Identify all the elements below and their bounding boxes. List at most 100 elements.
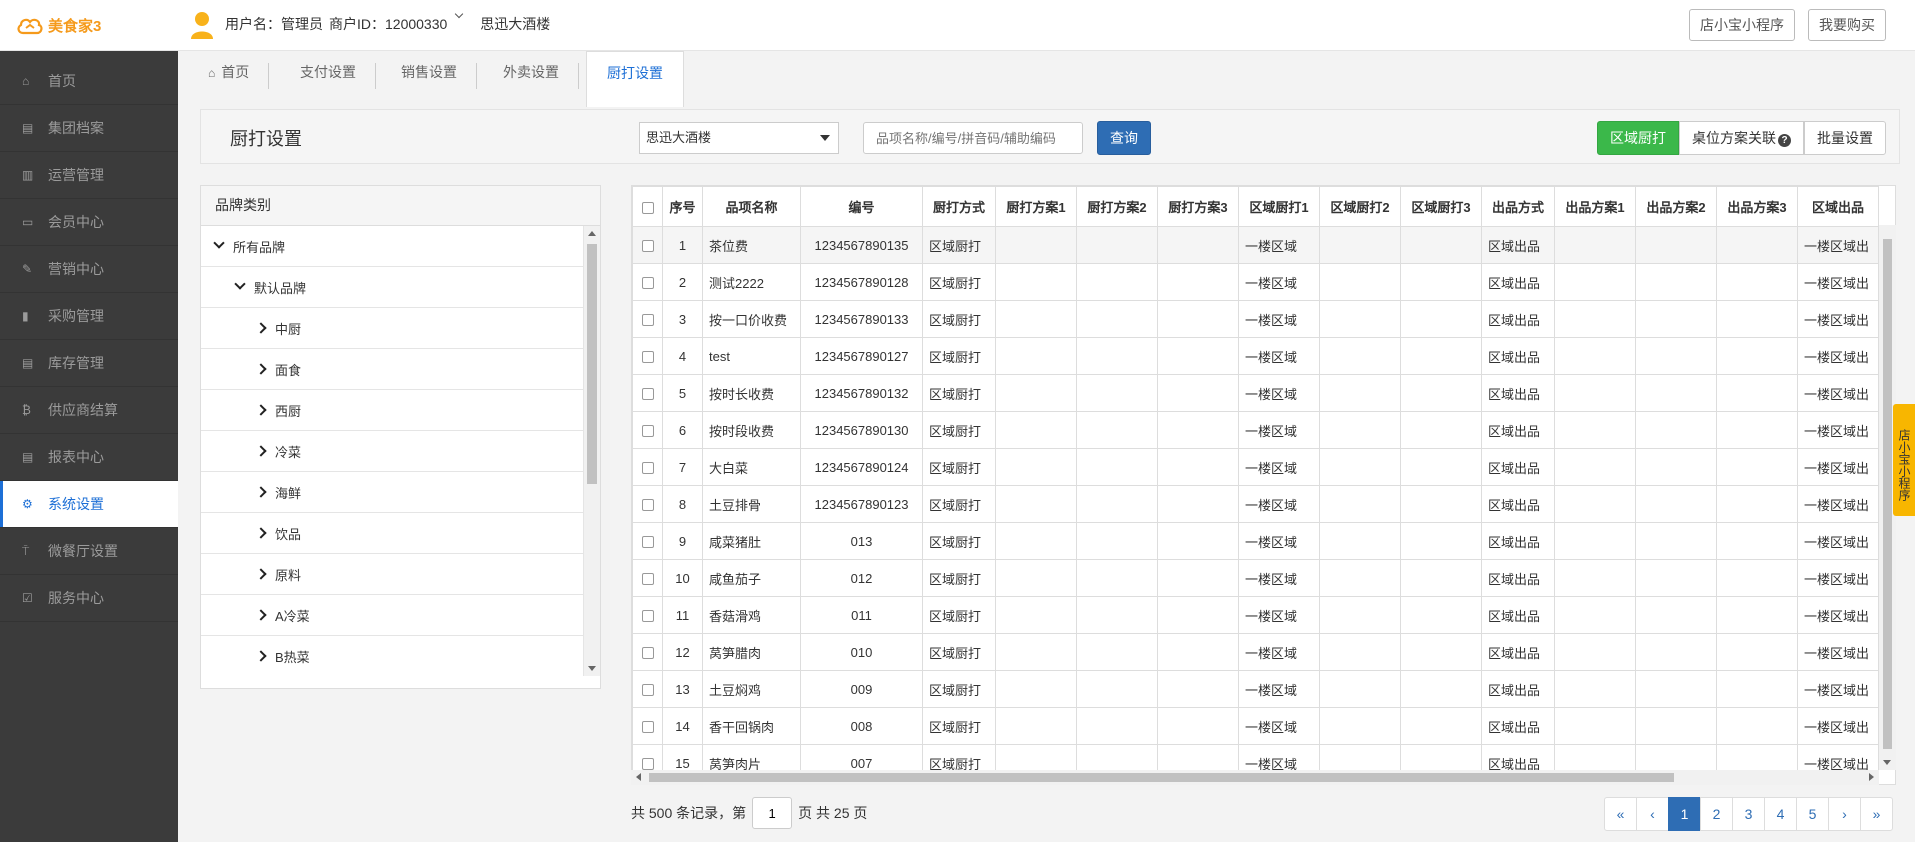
scroll-right-icon[interactable] [1869, 773, 1874, 781]
row-checkbox-cell[interactable] [632, 522, 663, 560]
column-header[interactable]: 序号 [662, 186, 703, 227]
area-print-button[interactable]: 区域厨打 [1597, 121, 1679, 155]
row-checkbox[interactable] [641, 499, 654, 512]
row-checkbox-cell[interactable] [632, 670, 663, 708]
page-button[interactable]: 1 [1668, 797, 1701, 831]
query-button[interactable]: 查询 [1097, 121, 1151, 155]
page-button[interactable]: » [1860, 797, 1893, 831]
tree-node[interactable]: 默认品牌 [201, 267, 584, 308]
user-info[interactable]: 用户名：管理员 商户ID：12000330 思迅大酒楼 [225, 9, 556, 34]
page-number-input[interactable] [752, 797, 793, 829]
column-header[interactable]: 厨打方案2 [1076, 186, 1158, 227]
row-checkbox-cell[interactable] [632, 411, 663, 449]
row-checkbox[interactable] [641, 647, 654, 660]
tab-kitchen-print[interactable]: 厨打设置 [586, 51, 684, 107]
scroll-thumb[interactable] [587, 244, 597, 484]
tree-scrollbar[interactable] [583, 226, 600, 676]
row-checkbox-cell[interactable] [632, 485, 663, 523]
select-all-checkbox-cell[interactable] [632, 186, 663, 227]
scroll-left-icon[interactable] [636, 773, 641, 781]
tree-node[interactable]: 所有品牌 [201, 226, 584, 267]
table-row[interactable]: 3 按一口价收费 1234567890133 区域厨打 一楼区域 区域出品 一楼区域出 [632, 300, 1879, 338]
scroll-thumb[interactable] [1883, 239, 1892, 749]
column-header[interactable]: 出品方式 [1481, 186, 1555, 227]
column-header[interactable]: 品项名称 [702, 186, 801, 227]
sidebar-item[interactable]: ▤ 库存管理 [0, 340, 178, 387]
chevron-right-icon[interactable] [255, 445, 267, 457]
chevron-right-icon[interactable] [255, 609, 267, 621]
page-button[interactable]: 3 [1732, 797, 1765, 831]
row-checkbox[interactable] [641, 277, 654, 290]
row-checkbox-cell[interactable] [632, 374, 663, 412]
select-all-checkbox[interactable] [641, 201, 654, 214]
search-input[interactable] [863, 122, 1083, 154]
row-checkbox-cell[interactable] [632, 300, 663, 338]
buy-button[interactable]: 我要购买 [1808, 9, 1886, 41]
row-checkbox[interactable] [641, 684, 654, 697]
chevron-right-icon[interactable] [255, 363, 267, 375]
page-button[interactable]: 2 [1700, 797, 1733, 831]
column-header[interactable]: 区域厨打1 [1238, 186, 1320, 227]
table-row[interactable]: 10 咸鱼茄子 012 区域厨打 一楼区域 区域出品 一楼区域出 [632, 559, 1879, 597]
page-button[interactable]: › [1828, 797, 1861, 831]
column-header[interactable]: 出品方案2 [1635, 186, 1717, 227]
row-checkbox-cell[interactable] [632, 226, 663, 264]
mini-program-float-tab[interactable]: 店小宝小程序 [1893, 404, 1915, 516]
tab-takeout[interactable]: 外卖设置 [483, 51, 579, 107]
page-button[interactable]: ‹ [1636, 797, 1669, 831]
sidebar-item[interactable]: ▥ 运营管理 [0, 152, 178, 199]
page-button[interactable]: 4 [1764, 797, 1797, 831]
table-row[interactable]: 2 测试2222 1234567890128 区域厨打 一楼区域 区域出品 一楼区域出 [632, 263, 1879, 301]
scroll-up-icon[interactable] [588, 231, 596, 236]
store-select[interactable]: 思迅大酒楼 [639, 122, 839, 154]
chevron-right-icon[interactable] [255, 527, 267, 539]
page-button[interactable]: « [1604, 797, 1637, 831]
column-header[interactable]: 区域厨打2 [1319, 186, 1401, 227]
sidebar-item[interactable]: ⚙ 系统设置 [0, 481, 178, 528]
table-row[interactable]: 14 香干回锅肉 008 区域厨打 一楼区域 区域出品 一楼区域出 [632, 707, 1879, 745]
tree-node[interactable]: 饮品 [201, 513, 584, 554]
chevron-down-icon[interactable] [213, 237, 225, 249]
batch-settings-button[interactable]: 批量设置 [1804, 121, 1886, 155]
row-checkbox-cell[interactable] [632, 337, 663, 375]
column-header[interactable]: 出品方案1 [1554, 186, 1636, 227]
tab-sales[interactable]: 销售设置 [381, 51, 477, 107]
sidebar-item[interactable]: ▮ 采购管理 [0, 293, 178, 340]
scroll-down-icon[interactable] [588, 666, 596, 671]
tab-payment[interactable]: 支付设置 [280, 51, 376, 107]
column-header[interactable]: 厨打方式 [922, 186, 996, 227]
sidebar-item[interactable]: ▤ 集团档案 [0, 105, 178, 152]
tree-node[interactable]: A冷菜 [201, 595, 584, 636]
row-checkbox-cell[interactable] [632, 707, 663, 745]
row-checkbox[interactable] [641, 610, 654, 623]
table-row[interactable]: 13 土豆焖鸡 009 区域厨打 一楼区域 区域出品 一楼区域出 [632, 670, 1879, 708]
chevron-right-icon[interactable] [255, 650, 267, 662]
column-header[interactable]: 出品方案3 [1716, 186, 1798, 227]
row-checkbox-cell[interactable] [632, 596, 663, 634]
tree-node[interactable]: 中厨 [201, 308, 584, 349]
row-checkbox[interactable] [641, 240, 654, 253]
tree-node[interactable]: B热菜 [201, 636, 584, 676]
scroll-down-icon[interactable] [1883, 760, 1891, 765]
table-horizontal-scrollbar[interactable] [631, 770, 1879, 785]
row-checkbox[interactable] [641, 425, 654, 438]
table-row[interactable]: 9 咸菜猪肚 013 区域厨打 一楼区域 区域出品 一楼区域出 [632, 522, 1879, 560]
tab-home[interactable]: ⌂ 首页 [188, 51, 270, 107]
tree-node[interactable]: 西厨 [201, 390, 584, 431]
table-row[interactable]: 8 土豆排骨 1234567890123 区域厨打 一楼区域 区域出品 一楼区域出 [632, 485, 1879, 523]
table-plan-button[interactable]: 桌位方案关联? [1679, 121, 1804, 155]
sidebar-item[interactable]: ▭ 会员中心 [0, 199, 178, 246]
sidebar-item[interactable]: ✎ 营销中心 [0, 246, 178, 293]
row-checkbox[interactable] [641, 758, 654, 771]
column-header[interactable]: 厨打方案1 [995, 186, 1077, 227]
column-header[interactable]: 编号 [800, 186, 923, 227]
table-row[interactable]: 5 按时长收费 1234567890132 区域厨打 一楼区域 区域出品 一楼区域出 [632, 374, 1879, 412]
table-row[interactable]: 4 test 1234567890127 区域厨打 一楼区域 区域出品 一楼区域出 [632, 337, 1879, 375]
column-header[interactable]: 厨打方案3 [1157, 186, 1239, 227]
row-checkbox-cell[interactable] [632, 448, 663, 486]
row-checkbox-cell[interactable] [632, 263, 663, 301]
table-row[interactable]: 7 大白菜 1234567890124 区域厨打 一楼区域 区域出品 一楼区域出 [632, 448, 1879, 486]
row-checkbox[interactable] [641, 462, 654, 475]
table-row[interactable]: 6 按时段收费 1234567890130 区域厨打 一楼区域 区域出品 一楼区域出 [632, 411, 1879, 449]
sidebar-item[interactable]: ▤ 报表中心 [0, 434, 178, 481]
